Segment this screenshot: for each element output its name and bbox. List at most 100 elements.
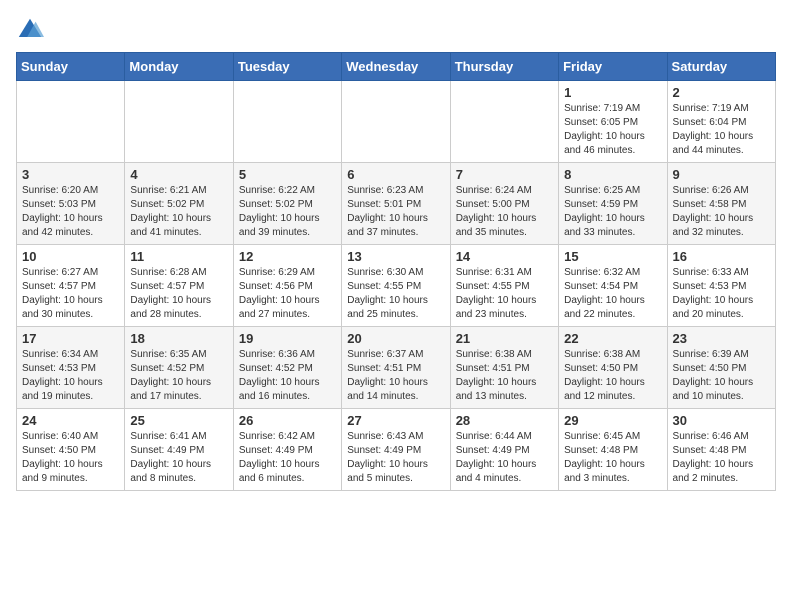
calendar-cell: 3 Sunrise: 6:20 AM Sunset: 5:03 PM Daylig… bbox=[17, 163, 125, 245]
day-number: 26 bbox=[239, 413, 336, 428]
calendar: SundayMondayTuesdayWednesdayThursdayFrid… bbox=[16, 52, 776, 491]
calendar-cell: 16 Sunrise: 6:33 AM Sunset: 4:53 PM Dayli… bbox=[667, 245, 775, 327]
calendar-cell: 13 Sunrise: 6:30 AM Sunset: 4:55 PM Dayli… bbox=[342, 245, 450, 327]
week-row-3: 10 Sunrise: 6:27 AM Sunset: 4:57 PM Dayli… bbox=[17, 245, 776, 327]
calendar-cell: 30 Sunrise: 6:46 AM Sunset: 4:48 PM Dayli… bbox=[667, 409, 775, 491]
header bbox=[16, 16, 776, 44]
calendar-header-row: SundayMondayTuesdayWednesdayThursdayFrid… bbox=[17, 53, 776, 81]
cell-content: Sunrise: 6:35 AM Sunset: 4:52 PM Dayligh… bbox=[130, 348, 227, 404]
logo bbox=[16, 16, 48, 44]
day-header-sunday: Sunday bbox=[17, 53, 125, 81]
day-number: 18 bbox=[130, 331, 227, 346]
calendar-cell: 7 Sunrise: 6:24 AM Sunset: 5:00 PM Daylig… bbox=[450, 163, 558, 245]
day-number: 24 bbox=[22, 413, 119, 428]
day-number: 4 bbox=[130, 167, 227, 182]
cell-content: Sunrise: 6:41 AM Sunset: 4:49 PM Dayligh… bbox=[130, 430, 227, 486]
cell-content: Sunrise: 6:43 AM Sunset: 4:49 PM Dayligh… bbox=[347, 430, 444, 486]
day-number: 7 bbox=[456, 167, 553, 182]
day-number: 12 bbox=[239, 249, 336, 264]
calendar-cell: 10 Sunrise: 6:27 AM Sunset: 4:57 PM Dayli… bbox=[17, 245, 125, 327]
cell-content: Sunrise: 6:33 AM Sunset: 4:53 PM Dayligh… bbox=[673, 266, 770, 322]
day-number: 11 bbox=[130, 249, 227, 264]
calendar-cell: 2 Sunrise: 7:19 AM Sunset: 6:04 PM Daylig… bbox=[667, 81, 775, 163]
calendar-cell: 11 Sunrise: 6:28 AM Sunset: 4:57 PM Dayli… bbox=[125, 245, 233, 327]
calendar-cell: 5 Sunrise: 6:22 AM Sunset: 5:02 PM Daylig… bbox=[233, 163, 341, 245]
cell-content: Sunrise: 6:37 AM Sunset: 4:51 PM Dayligh… bbox=[347, 348, 444, 404]
week-row-2: 3 Sunrise: 6:20 AM Sunset: 5:03 PM Daylig… bbox=[17, 163, 776, 245]
calendar-cell: 17 Sunrise: 6:34 AM Sunset: 4:53 PM Dayli… bbox=[17, 327, 125, 409]
day-header-friday: Friday bbox=[559, 53, 667, 81]
calendar-cell: 27 Sunrise: 6:43 AM Sunset: 4:49 PM Dayli… bbox=[342, 409, 450, 491]
day-number: 16 bbox=[673, 249, 770, 264]
day-number: 2 bbox=[673, 85, 770, 100]
day-number: 28 bbox=[456, 413, 553, 428]
cell-content: Sunrise: 6:38 AM Sunset: 4:50 PM Dayligh… bbox=[564, 348, 661, 404]
calendar-cell: 4 Sunrise: 6:21 AM Sunset: 5:02 PM Daylig… bbox=[125, 163, 233, 245]
calendar-cell: 15Sunrise: 6:32 AM Sunset: 4:54 PM Dayli… bbox=[559, 245, 667, 327]
cell-content: Sunrise: 6:25 AM Sunset: 4:59 PM Dayligh… bbox=[564, 184, 661, 240]
calendar-cell: 21 Sunrise: 6:38 AM Sunset: 4:51 PM Dayli… bbox=[450, 327, 558, 409]
cell-content: Sunrise: 6:29 AM Sunset: 4:56 PM Dayligh… bbox=[239, 266, 336, 322]
calendar-cell bbox=[450, 81, 558, 163]
cell-content: Sunrise: 6:27 AM Sunset: 4:57 PM Dayligh… bbox=[22, 266, 119, 322]
cell-content: Sunrise: 6:20 AM Sunset: 5:03 PM Dayligh… bbox=[22, 184, 119, 240]
cell-content: Sunrise: 6:45 AM Sunset: 4:48 PM Dayligh… bbox=[564, 430, 661, 486]
week-row-1: 1 Sunrise: 7:19 AM Sunset: 6:05 PM Daylig… bbox=[17, 81, 776, 163]
day-number: 15 bbox=[564, 249, 661, 264]
week-row-5: 24 Sunrise: 6:40 AM Sunset: 4:50 PM Dayli… bbox=[17, 409, 776, 491]
day-number: 3 bbox=[22, 167, 119, 182]
day-number: 19 bbox=[239, 331, 336, 346]
cell-content: Sunrise: 7:19 AM Sunset: 6:04 PM Dayligh… bbox=[673, 102, 770, 158]
day-number: 5 bbox=[239, 167, 336, 182]
logo-icon bbox=[16, 16, 44, 44]
calendar-cell bbox=[17, 81, 125, 163]
calendar-cell: 19 Sunrise: 6:36 AM Sunset: 4:52 PM Dayli… bbox=[233, 327, 341, 409]
day-number: 21 bbox=[456, 331, 553, 346]
day-header-thursday: Thursday bbox=[450, 53, 558, 81]
cell-content: Sunrise: 6:36 AM Sunset: 4:52 PM Dayligh… bbox=[239, 348, 336, 404]
day-number: 27 bbox=[347, 413, 444, 428]
calendar-cell: 18 Sunrise: 6:35 AM Sunset: 4:52 PM Dayli… bbox=[125, 327, 233, 409]
cell-content: Sunrise: 6:21 AM Sunset: 5:02 PM Dayligh… bbox=[130, 184, 227, 240]
cell-content: Sunrise: 6:28 AM Sunset: 4:57 PM Dayligh… bbox=[130, 266, 227, 322]
week-row-4: 17 Sunrise: 6:34 AM Sunset: 4:53 PM Dayli… bbox=[17, 327, 776, 409]
day-number: 23 bbox=[673, 331, 770, 346]
calendar-cell: 23 Sunrise: 6:39 AM Sunset: 4:50 PM Dayli… bbox=[667, 327, 775, 409]
calendar-cell: 25 Sunrise: 6:41 AM Sunset: 4:49 PM Dayli… bbox=[125, 409, 233, 491]
day-number: 30 bbox=[673, 413, 770, 428]
cell-content: Sunrise: 6:31 AM Sunset: 4:55 PM Dayligh… bbox=[456, 266, 553, 322]
calendar-cell: 22Sunrise: 6:38 AM Sunset: 4:50 PM Dayli… bbox=[559, 327, 667, 409]
day-header-monday: Monday bbox=[125, 53, 233, 81]
cell-content: Sunrise: 6:26 AM Sunset: 4:58 PM Dayligh… bbox=[673, 184, 770, 240]
day-number: 17 bbox=[22, 331, 119, 346]
calendar-cell: 12 Sunrise: 6:29 AM Sunset: 4:56 PM Dayli… bbox=[233, 245, 341, 327]
cell-content: Sunrise: 6:24 AM Sunset: 5:00 PM Dayligh… bbox=[456, 184, 553, 240]
cell-content: Sunrise: 6:22 AM Sunset: 5:02 PM Dayligh… bbox=[239, 184, 336, 240]
cell-content: Sunrise: 6:42 AM Sunset: 4:49 PM Dayligh… bbox=[239, 430, 336, 486]
cell-content: Sunrise: 7:19 AM Sunset: 6:05 PM Dayligh… bbox=[564, 102, 661, 158]
cell-content: Sunrise: 6:23 AM Sunset: 5:01 PM Dayligh… bbox=[347, 184, 444, 240]
cell-content: Sunrise: 6:44 AM Sunset: 4:49 PM Dayligh… bbox=[456, 430, 553, 486]
day-number: 8 bbox=[564, 167, 661, 182]
cell-content: Sunrise: 6:38 AM Sunset: 4:51 PM Dayligh… bbox=[456, 348, 553, 404]
cell-content: Sunrise: 6:34 AM Sunset: 4:53 PM Dayligh… bbox=[22, 348, 119, 404]
day-number: 29 bbox=[564, 413, 661, 428]
day-number: 6 bbox=[347, 167, 444, 182]
calendar-cell: 8 Sunrise: 6:25 AM Sunset: 4:59 PM Daylig… bbox=[559, 163, 667, 245]
calendar-cell: 24 Sunrise: 6:40 AM Sunset: 4:50 PM Dayli… bbox=[17, 409, 125, 491]
calendar-cell: 20Sunrise: 6:37 AM Sunset: 4:51 PM Dayli… bbox=[342, 327, 450, 409]
day-number: 25 bbox=[130, 413, 227, 428]
calendar-cell: 9 Sunrise: 6:26 AM Sunset: 4:58 PM Daylig… bbox=[667, 163, 775, 245]
day-number: 1 bbox=[564, 85, 661, 100]
cell-content: Sunrise: 6:39 AM Sunset: 4:50 PM Dayligh… bbox=[673, 348, 770, 404]
day-header-tuesday: Tuesday bbox=[233, 53, 341, 81]
cell-content: Sunrise: 6:40 AM Sunset: 4:50 PM Dayligh… bbox=[22, 430, 119, 486]
day-header-saturday: Saturday bbox=[667, 53, 775, 81]
day-number: 13 bbox=[347, 249, 444, 264]
day-number: 9 bbox=[673, 167, 770, 182]
day-number: 10 bbox=[22, 249, 119, 264]
cell-content: Sunrise: 6:30 AM Sunset: 4:55 PM Dayligh… bbox=[347, 266, 444, 322]
calendar-cell: 1 Sunrise: 7:19 AM Sunset: 6:05 PM Daylig… bbox=[559, 81, 667, 163]
cell-content: Sunrise: 6:46 AM Sunset: 4:48 PM Dayligh… bbox=[673, 430, 770, 486]
day-header-wednesday: Wednesday bbox=[342, 53, 450, 81]
